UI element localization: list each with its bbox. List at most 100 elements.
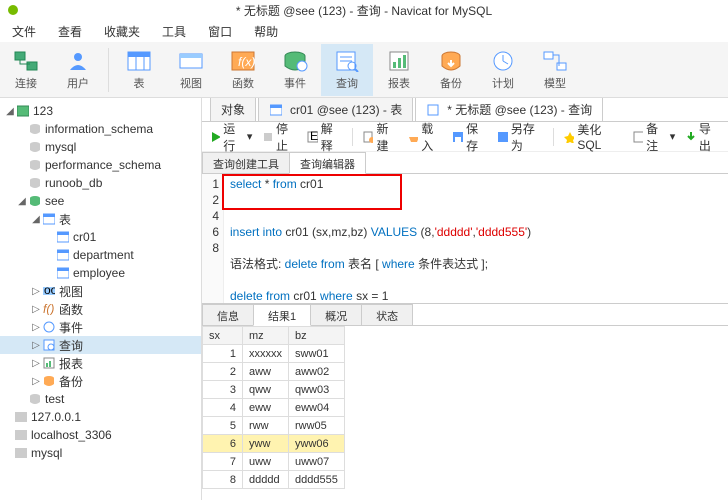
table-row[interactable]: 1xxxxxxsww01	[203, 345, 345, 363]
tree-db[interactable]: runoob_db	[0, 174, 201, 192]
db-icon	[28, 194, 42, 208]
table-row[interactable]: 7uwwuww07	[203, 453, 345, 471]
tree-host[interactable]: localhost_3306	[0, 426, 201, 444]
ribbon-view[interactable]: 视图	[165, 44, 217, 96]
ribbon-separator	[108, 48, 109, 92]
tree-host[interactable]: mysql	[0, 444, 201, 462]
sql-editor[interactable]: 12468 select * from cr01 insert into cr0…	[202, 174, 728, 304]
table-row[interactable]: 8ddddddddd555	[203, 471, 345, 489]
menu-fav[interactable]: 收藏夹	[96, 21, 148, 42]
ribbon-user[interactable]: 用户	[52, 44, 104, 96]
table-row[interactable]: 2awwaww02	[203, 363, 345, 381]
code-area[interactable]: select * from cr01 insert into cr01 (sx,…	[224, 174, 728, 303]
ribbon-backup[interactable]: 备份	[425, 44, 477, 96]
result-tab-profile[interactable]: 概况	[310, 304, 362, 325]
ribbon: 连接 用户 表 视图 f(x)函数 事件 查询 报表 备份 计划 模型	[0, 42, 728, 98]
tree-db-test[interactable]: test	[0, 390, 201, 408]
col-bz[interactable]: bz	[289, 327, 345, 345]
col-sx[interactable]: sx	[203, 327, 243, 345]
backup-icon	[42, 374, 56, 388]
db-icon	[28, 392, 42, 406]
report-icon	[42, 356, 56, 370]
menu-bar: 文件 查看 收藏夹 工具 窗口 帮助	[0, 20, 728, 42]
svg-text:f(): f()	[43, 303, 54, 315]
result-tab-result1[interactable]: 结果1	[253, 304, 311, 326]
tree-conn-123[interactable]: ◢123	[0, 102, 201, 120]
window-title: * 无标题 @see (123) - 查询 - Navicat for MySQ…	[236, 2, 492, 19]
load-button[interactable]: 载入	[408, 120, 443, 154]
view-icon: oo	[42, 284, 56, 298]
svg-text:oo: oo	[44, 285, 55, 297]
tree-host[interactable]: 127.0.0.1	[0, 408, 201, 426]
app-icon	[6, 3, 20, 17]
menu-window[interactable]: 窗口	[200, 21, 240, 42]
tree-tables[interactable]: ◢表	[0, 210, 201, 228]
explain-button[interactable]: E解释	[307, 120, 342, 154]
table-icon	[56, 230, 70, 244]
table-icon	[269, 103, 283, 117]
tab-table-cr01[interactable]: cr01 @see (123) - 表	[258, 98, 413, 121]
ribbon-table[interactable]: 表	[113, 44, 165, 96]
tree-backups[interactable]: ▷备份	[0, 372, 201, 390]
tab-query-editor[interactable]: 查询编辑器	[289, 152, 366, 174]
ribbon-connect[interactable]: 连接	[0, 44, 52, 96]
tree-table-cr01[interactable]: cr01	[0, 228, 201, 246]
ribbon-func[interactable]: f(x)函数	[217, 44, 269, 96]
svg-text:E: E	[310, 131, 318, 143]
stop-button[interactable]: 停止	[262, 120, 297, 154]
tree-db-see[interactable]: ◢see	[0, 192, 201, 210]
table-header-row: sxmzbz	[203, 327, 345, 345]
db-icon	[28, 140, 42, 154]
editor-subtabs: 查询创建工具 查询编辑器	[202, 152, 728, 174]
menu-tool[interactable]: 工具	[154, 21, 194, 42]
query-icon	[42, 338, 56, 352]
new-button[interactable]: 新建	[363, 120, 398, 154]
tree-db[interactable]: performance_schema	[0, 156, 201, 174]
table-icon	[42, 212, 56, 226]
ribbon-model[interactable]: 模型	[529, 44, 581, 96]
menu-file[interactable]: 文件	[4, 21, 44, 42]
table-icon	[56, 266, 70, 280]
table-row[interactable]: 4ewweww04	[203, 399, 345, 417]
server-icon	[14, 428, 28, 442]
run-button[interactable]: 运行 ▾	[210, 120, 252, 154]
ribbon-query[interactable]: 查询	[321, 44, 373, 96]
table-row[interactable]: 5rwwrww05	[203, 417, 345, 435]
db-icon	[28, 122, 42, 136]
col-mz[interactable]: mz	[243, 327, 289, 345]
tree-db[interactable]: mysql	[0, 138, 201, 156]
menu-help[interactable]: 帮助	[246, 21, 286, 42]
result-tab-info[interactable]: 信息	[202, 304, 254, 325]
separator	[553, 128, 554, 146]
note-button[interactable]: 备注 ▾	[633, 120, 675, 154]
tab-query-builder[interactable]: 查询创建工具	[202, 152, 290, 173]
tree-db[interactable]: information_schema	[0, 120, 201, 138]
tree-table-employee[interactable]: employee	[0, 264, 201, 282]
ribbon-plan[interactable]: 计划	[477, 44, 529, 96]
tab-query-untitled[interactable]: * 无标题 @see (123) - 查询	[415, 98, 603, 121]
table-row[interactable]: 3qwwqww03	[203, 381, 345, 399]
save-button[interactable]: 保存	[452, 120, 487, 154]
tree-views[interactable]: ▷oo视图	[0, 282, 201, 300]
tab-objects[interactable]: 对象	[210, 98, 256, 121]
tree-table-department[interactable]: department	[0, 246, 201, 264]
svg-text:f(x): f(x)	[238, 55, 255, 69]
query-toolbar: 运行 ▾ 停止 E解释 新建 载入 保存 另存为 美化 SQL 备注 ▾ 导出	[202, 122, 728, 152]
beautify-button[interactable]: 美化 SQL	[564, 121, 623, 152]
tree-queries[interactable]: ▷查询	[0, 336, 201, 354]
saveas-button[interactable]: 另存为	[497, 120, 543, 154]
title-bar: * 无标题 @see (123) - 查询 - Navicat for MySQ…	[0, 0, 728, 20]
menu-view[interactable]: 查看	[50, 21, 90, 42]
tree-reports[interactable]: ▷报表	[0, 354, 201, 372]
separator	[352, 128, 353, 146]
table-row[interactable]: 6ywwyww06	[203, 435, 345, 453]
tree-funcs[interactable]: ▷f()函数	[0, 300, 201, 318]
ribbon-event[interactable]: 事件	[269, 44, 321, 96]
ribbon-report[interactable]: 报表	[373, 44, 425, 96]
export-button[interactable]: 导出	[685, 120, 720, 154]
tree-events[interactable]: ▷事件	[0, 318, 201, 336]
event-icon	[42, 320, 56, 334]
result-tabs: 信息 结果1 概况 状态	[202, 304, 728, 326]
result-tab-status[interactable]: 状态	[361, 304, 413, 325]
result-grid[interactable]: sxmzbz 1xxxxxxsww01 2awwaww02 3qwwqww03 …	[202, 326, 728, 500]
